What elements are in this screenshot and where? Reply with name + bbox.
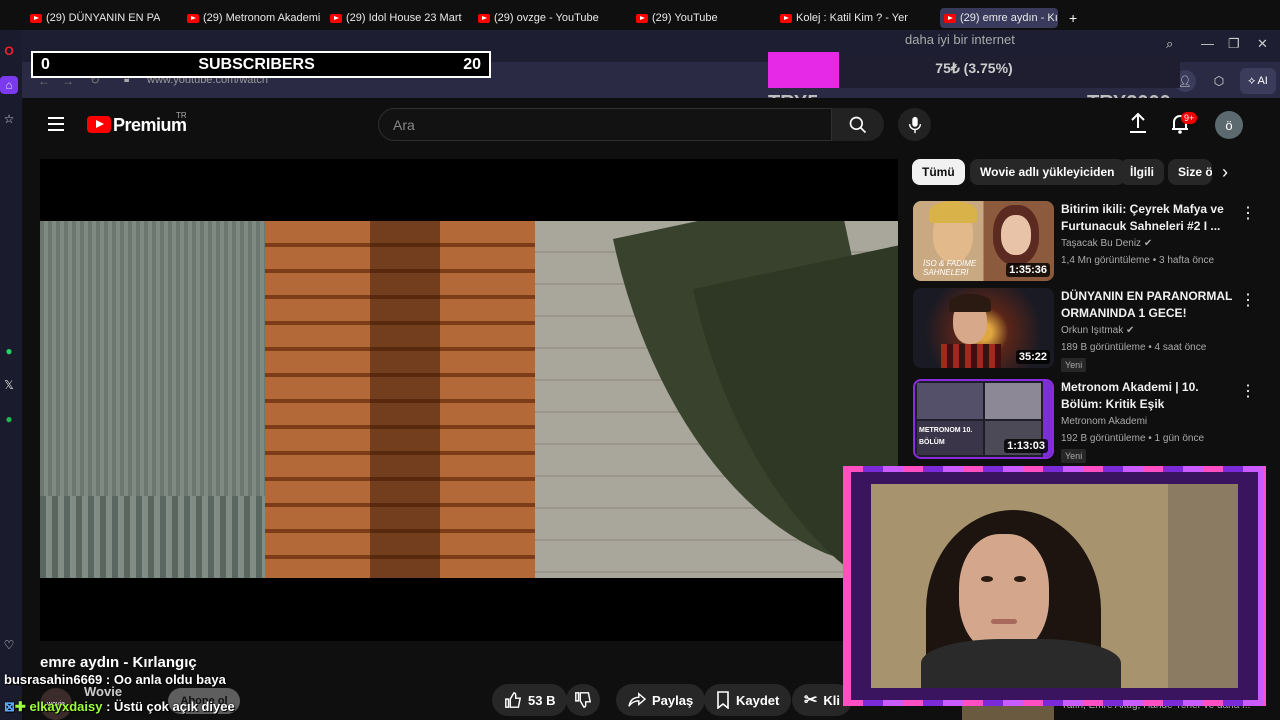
- donation-caption: daha iyi bir internet: [905, 32, 1015, 47]
- share-icon: [628, 692, 646, 707]
- ai-icon: ⟡: [1248, 74, 1256, 87]
- upload-icon[interactable]: [1128, 112, 1148, 139]
- new-badge: Yeni: [1061, 449, 1087, 463]
- search-input[interactable]: [393, 116, 831, 133]
- more-options-icon[interactable]: ⋮: [1240, 381, 1256, 401]
- scissors-icon: ✂: [804, 692, 818, 709]
- video-duration: 1:35:36: [1006, 263, 1050, 277]
- maximize-icon[interactable]: ❐: [1228, 36, 1240, 52]
- save-button[interactable]: Kaydet: [704, 684, 792, 716]
- webcam-feed: [871, 484, 1238, 688]
- video-thumbnail[interactable]: 35:22: [913, 288, 1054, 368]
- youtube-icon: [944, 13, 956, 23]
- recommendation-channel[interactable]: Taşacak Bu Deniz ✔: [1061, 238, 1152, 249]
- recommendation-item[interactable]: 35:22 DÜNYANIN EN PARANORMAL ORMANINDA 1…: [913, 288, 1263, 372]
- new-tab-button[interactable]: +: [1069, 8, 1077, 28]
- recommendation-meta: 1,4 Mn görüntüleme • 3 hafta önce: [1061, 255, 1215, 266]
- minimize-icon[interactable]: —: [1201, 36, 1214, 51]
- recommendation-item[interactable]: METRONOM 10. BÖLÜM 1:13:03 Metronom Akad…: [913, 379, 1263, 463]
- chip-for-you[interactable]: Size ö: [1168, 159, 1212, 185]
- browser-tab[interactable]: (29) ovzge - YouTube: [478, 8, 610, 28]
- chevron-right-icon[interactable]: ›: [1222, 162, 1244, 184]
- recommendation-meta: 189 B görüntüleme • 4 saat önce: [1061, 342, 1207, 353]
- bookmarks-icon[interactable]: ☆: [0, 110, 18, 128]
- more-options-icon[interactable]: ⋮: [1240, 203, 1256, 223]
- youtube-icon: [780, 13, 792, 23]
- video-player[interactable]: [40, 159, 898, 641]
- like-button[interactable]: 53 B: [492, 684, 568, 716]
- browser-tab[interactable]: (29) Metronom Akademi |: [187, 8, 322, 28]
- chip-uploader[interactable]: Wovie adlı yükleyiciden: [970, 159, 1125, 185]
- chip-all[interactable]: Tümü: [912, 159, 965, 185]
- browser-sidebar: O ⌂ ☆ ● 𝕏 ● ♡: [0, 30, 22, 720]
- search-icon: [849, 116, 867, 133]
- share-button[interactable]: Paylaş: [616, 684, 706, 716]
- recommendation-channel[interactable]: Orkun Işıtmak ✔: [1061, 325, 1134, 336]
- ai-button[interactable]: ⟡ AI: [1240, 68, 1276, 94]
- chip-related[interactable]: İlgili: [1120, 159, 1164, 185]
- video-thumbnail[interactable]: İSO & FADİME SAHNELERİ 1:35:36: [913, 201, 1054, 281]
- youtube-icon: [636, 13, 648, 23]
- thumbs-down-icon: [575, 692, 592, 708]
- bookmark-icon: [717, 691, 729, 709]
- recommendation-title[interactable]: Metronom Akademi | 10. Bölüm: Kritik Eşi…: [1061, 379, 1237, 413]
- dislike-button[interactable]: [566, 684, 600, 716]
- recommendation-channel[interactable]: Metronom Akademi: [1061, 416, 1147, 427]
- subs-goal-start: 0: [41, 55, 50, 73]
- video-duration: 1:13:03: [1004, 439, 1048, 453]
- microphone-icon: [908, 116, 921, 133]
- chat-message: ⊠✚ elkayxdaisy : Üstü çok açık diyee: [4, 699, 235, 714]
- donation-amount: 75₺ (3.75%): [935, 60, 1013, 76]
- video-frame: [40, 221, 898, 578]
- verified-icon: ✔: [1143, 238, 1153, 249]
- menu-icon[interactable]: [48, 117, 64, 131]
- chat-badge-icon: ⊠: [4, 699, 15, 714]
- opera-logo-icon[interactable]: O: [0, 42, 18, 60]
- video-thumbnail[interactable]: METRONOM 10. BÖLÜM 1:13:03: [913, 379, 1054, 459]
- search-tabs-icon[interactable]: ⌕: [1166, 36, 1173, 52]
- browser-tab[interactable]: Kolej : Katil Kim ? - Yeni D: [780, 8, 908, 28]
- like-count: 53 B: [528, 692, 556, 708]
- account-avatar[interactable]: ö: [1215, 111, 1243, 139]
- spotify-icon[interactable]: ●: [0, 410, 18, 428]
- youtube-icon: [187, 13, 199, 23]
- subscriber-goal-overlay: 0 SUBSCRIBERS 20: [31, 51, 491, 78]
- whatsapp-icon[interactable]: ●: [0, 342, 18, 360]
- chat-badge-icon: ✚: [14, 699, 26, 714]
- youtube-logo-icon[interactable]: [87, 116, 111, 133]
- thumbs-up-icon: [505, 692, 522, 708]
- video-title: emre aydın - Kırlangıç: [40, 654, 197, 671]
- extension-icon[interactable]: ⬡: [1208, 70, 1230, 92]
- more-options-icon[interactable]: ⋮: [1240, 290, 1256, 310]
- verified-icon: ✔: [1126, 325, 1135, 336]
- browser-tab[interactable]: (29) YouTube: [636, 8, 756, 28]
- search-box: [378, 108, 832, 141]
- youtube-icon: [478, 13, 490, 23]
- recommendation-item[interactable]: İSO & FADİME SAHNELERİ 1:35:36 Bitirim i…: [913, 201, 1263, 283]
- x-twitter-icon[interactable]: 𝕏: [0, 376, 18, 394]
- browser-tab[interactable]: (29) Idol House 23 Mart P: [330, 8, 462, 28]
- youtube-icon: [30, 13, 42, 23]
- subs-goal-label: SUBSCRIBERS: [198, 55, 315, 73]
- voice-search-button[interactable]: [898, 108, 931, 141]
- chat-message: busrasahin6669 : Oo anla oldu baya: [4, 672, 226, 687]
- youtube-icon: [330, 13, 342, 23]
- close-icon[interactable]: ✕: [1257, 36, 1268, 52]
- recommendation-title[interactable]: DÜNYANIN EN PARANORMAL ORMANINDA 1 GECE!: [1061, 288, 1237, 322]
- notification-badge: 9+: [1181, 112, 1198, 124]
- heart-icon[interactable]: ♡: [0, 636, 18, 654]
- logo-region: TR: [176, 111, 187, 120]
- video-duration: 35:22: [1015, 350, 1050, 364]
- recommendation-title[interactable]: Bitirim ikili: Çeyrek Mafya ve Furtunacu…: [1061, 201, 1237, 235]
- new-badge: Yeni: [1061, 358, 1087, 372]
- browser-tab-active[interactable]: (29) emre aydın - Kırlangıç: [940, 8, 1058, 28]
- subs-goal-target: 20: [463, 55, 481, 73]
- search-button[interactable]: [832, 108, 884, 141]
- home-icon[interactable]: ⌂: [0, 76, 18, 94]
- webcam-overlay: [843, 466, 1266, 706]
- browser-tab[interactable]: (29) DÜNYANIN EN PARA: [30, 8, 160, 28]
- recommendation-meta: 192 B görüntüleme • 1 gün önce: [1061, 433, 1205, 444]
